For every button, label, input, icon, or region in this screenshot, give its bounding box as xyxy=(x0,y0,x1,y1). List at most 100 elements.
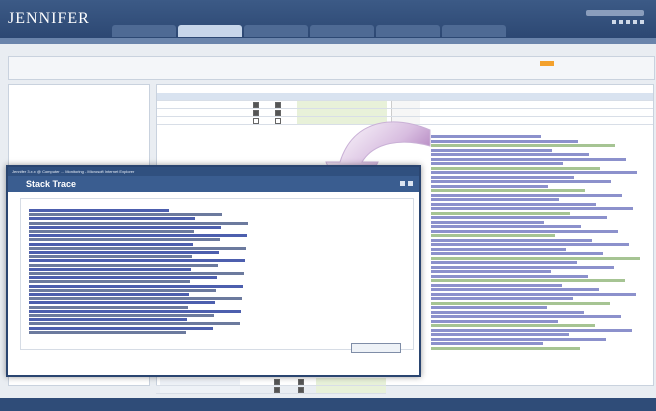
row-checkbox[interactable] xyxy=(274,387,280,393)
letter-filter-item[interactable] xyxy=(251,61,265,66)
letter-filter-item[interactable] xyxy=(336,61,350,66)
row-checkbox[interactable] xyxy=(275,118,281,124)
letter-filter-item[interactable] xyxy=(625,61,639,66)
letter-filter-item[interactable] xyxy=(217,61,231,66)
stack-trace-line xyxy=(431,184,548,188)
table-row xyxy=(156,386,386,394)
dialog-header: Stack Trace xyxy=(8,176,419,192)
row-name-cell xyxy=(160,386,240,393)
tab-0[interactable] xyxy=(112,25,176,37)
stack-trace-line xyxy=(29,297,242,301)
stack-trace-line xyxy=(431,247,566,251)
stack-trace-line xyxy=(431,346,580,350)
tab-4[interactable] xyxy=(376,25,440,37)
letter-filter-item[interactable] xyxy=(166,61,180,66)
letter-filter-item[interactable] xyxy=(591,61,605,66)
close-icon[interactable] xyxy=(408,181,413,186)
letter-filter-item[interactable] xyxy=(421,61,435,66)
letter-filter-item[interactable] xyxy=(489,61,503,66)
letter-filter-item[interactable] xyxy=(404,61,418,66)
letter-filter-item[interactable] xyxy=(13,61,27,66)
app-header: JENNIFER xyxy=(0,0,656,44)
stack-trace-line xyxy=(431,207,633,210)
letter-filter-item[interactable] xyxy=(472,61,486,66)
letter-filter-item[interactable] xyxy=(30,61,44,66)
letter-filter-item[interactable] xyxy=(149,61,163,66)
application-cell[interactable] xyxy=(316,386,386,393)
letter-filter-item[interactable] xyxy=(608,61,622,66)
toolbar-icon[interactable] xyxy=(640,20,644,24)
stack-trace-line xyxy=(431,202,596,206)
stack-trace-line xyxy=(29,209,169,212)
stack-trace-line xyxy=(431,342,543,345)
letter-filter-item[interactable] xyxy=(353,61,367,66)
tree-item[interactable] xyxy=(9,109,149,117)
letter-filter-item[interactable] xyxy=(455,61,469,66)
stack-trace-line xyxy=(431,270,551,273)
tree-item[interactable] xyxy=(9,141,149,149)
stack-trace-line xyxy=(431,148,552,152)
letter-filter-item[interactable] xyxy=(98,61,112,66)
column-header-timeout xyxy=(395,93,419,100)
letter-filter-item[interactable] xyxy=(200,61,214,66)
tab-5[interactable] xyxy=(442,25,506,37)
letter-filter-item[interactable] xyxy=(47,61,61,66)
tab-1[interactable] xyxy=(178,25,242,37)
tree-item[interactable] xyxy=(9,117,149,125)
tree-item[interactable] xyxy=(9,85,149,93)
tree-item[interactable] xyxy=(9,93,149,101)
row-checkbox[interactable] xyxy=(298,387,304,393)
stack-trace-dialog: Jennifer 3.x.x @ Computer ... Monitoring… xyxy=(6,165,421,377)
tab-3[interactable] xyxy=(310,25,374,37)
letter-filter-item[interactable] xyxy=(81,61,95,66)
stack-trace-line xyxy=(29,284,243,288)
letter-filter-item[interactable] xyxy=(268,61,282,66)
stack-trace-line xyxy=(431,175,574,179)
row-checkbox[interactable] xyxy=(253,110,259,116)
minimize-icon[interactable] xyxy=(400,181,405,186)
toolbar-icon[interactable] xyxy=(619,20,623,24)
back-button[interactable] xyxy=(351,343,401,353)
tree-item[interactable] xyxy=(9,149,149,157)
row-checkbox[interactable] xyxy=(274,379,280,385)
letter-filter-item[interactable] xyxy=(574,61,588,66)
letter-filter-item[interactable] xyxy=(523,61,537,66)
toolbar-icon[interactable] xyxy=(612,20,616,24)
letter-filter-item[interactable] xyxy=(506,61,520,66)
row-checkbox[interactable] xyxy=(275,110,281,116)
letter-filter-item[interactable] xyxy=(64,61,78,66)
letter-filter-item[interactable] xyxy=(387,61,401,66)
tab-2[interactable] xyxy=(244,25,308,37)
letter-filter-item[interactable] xyxy=(302,61,316,66)
header-search-box[interactable] xyxy=(586,10,644,16)
application-cell[interactable] xyxy=(297,101,387,108)
letter-filter-item[interactable] xyxy=(13,69,27,74)
letter-filter-item[interactable] xyxy=(115,61,129,66)
letter-filter-item[interactable] xyxy=(183,61,197,66)
letter-filter-item[interactable] xyxy=(132,61,146,66)
letter-filter-item[interactable] xyxy=(540,61,554,66)
row-checkbox[interactable] xyxy=(253,102,259,108)
toolbar-icon[interactable] xyxy=(626,20,630,24)
timeout-cell[interactable] xyxy=(391,101,420,108)
tree-item[interactable] xyxy=(9,133,149,141)
tree-item[interactable] xyxy=(9,125,149,133)
row-checkbox[interactable] xyxy=(298,379,304,385)
stack-trace-line xyxy=(431,193,622,197)
stack-trace-line xyxy=(431,261,577,264)
toolbar-icon[interactable] xyxy=(633,20,637,24)
letter-filter-item[interactable] xyxy=(557,61,571,66)
row-checkbox[interactable] xyxy=(275,102,281,108)
application-cell[interactable] xyxy=(316,378,386,385)
letter-filter-item[interactable] xyxy=(438,61,452,66)
letter-filter-item[interactable] xyxy=(370,61,384,66)
row-checkbox[interactable] xyxy=(253,118,259,124)
letter-filter-item[interactable] xyxy=(234,61,248,66)
letter-filter-item[interactable] xyxy=(285,61,299,66)
tree-item[interactable] xyxy=(9,101,149,109)
stack-trace-line xyxy=(29,280,190,284)
stack-trace-line xyxy=(431,139,578,143)
letter-filter-item[interactable] xyxy=(319,61,333,66)
dialog-title: Stack Trace xyxy=(26,179,77,189)
stack-trace-line xyxy=(29,251,219,254)
